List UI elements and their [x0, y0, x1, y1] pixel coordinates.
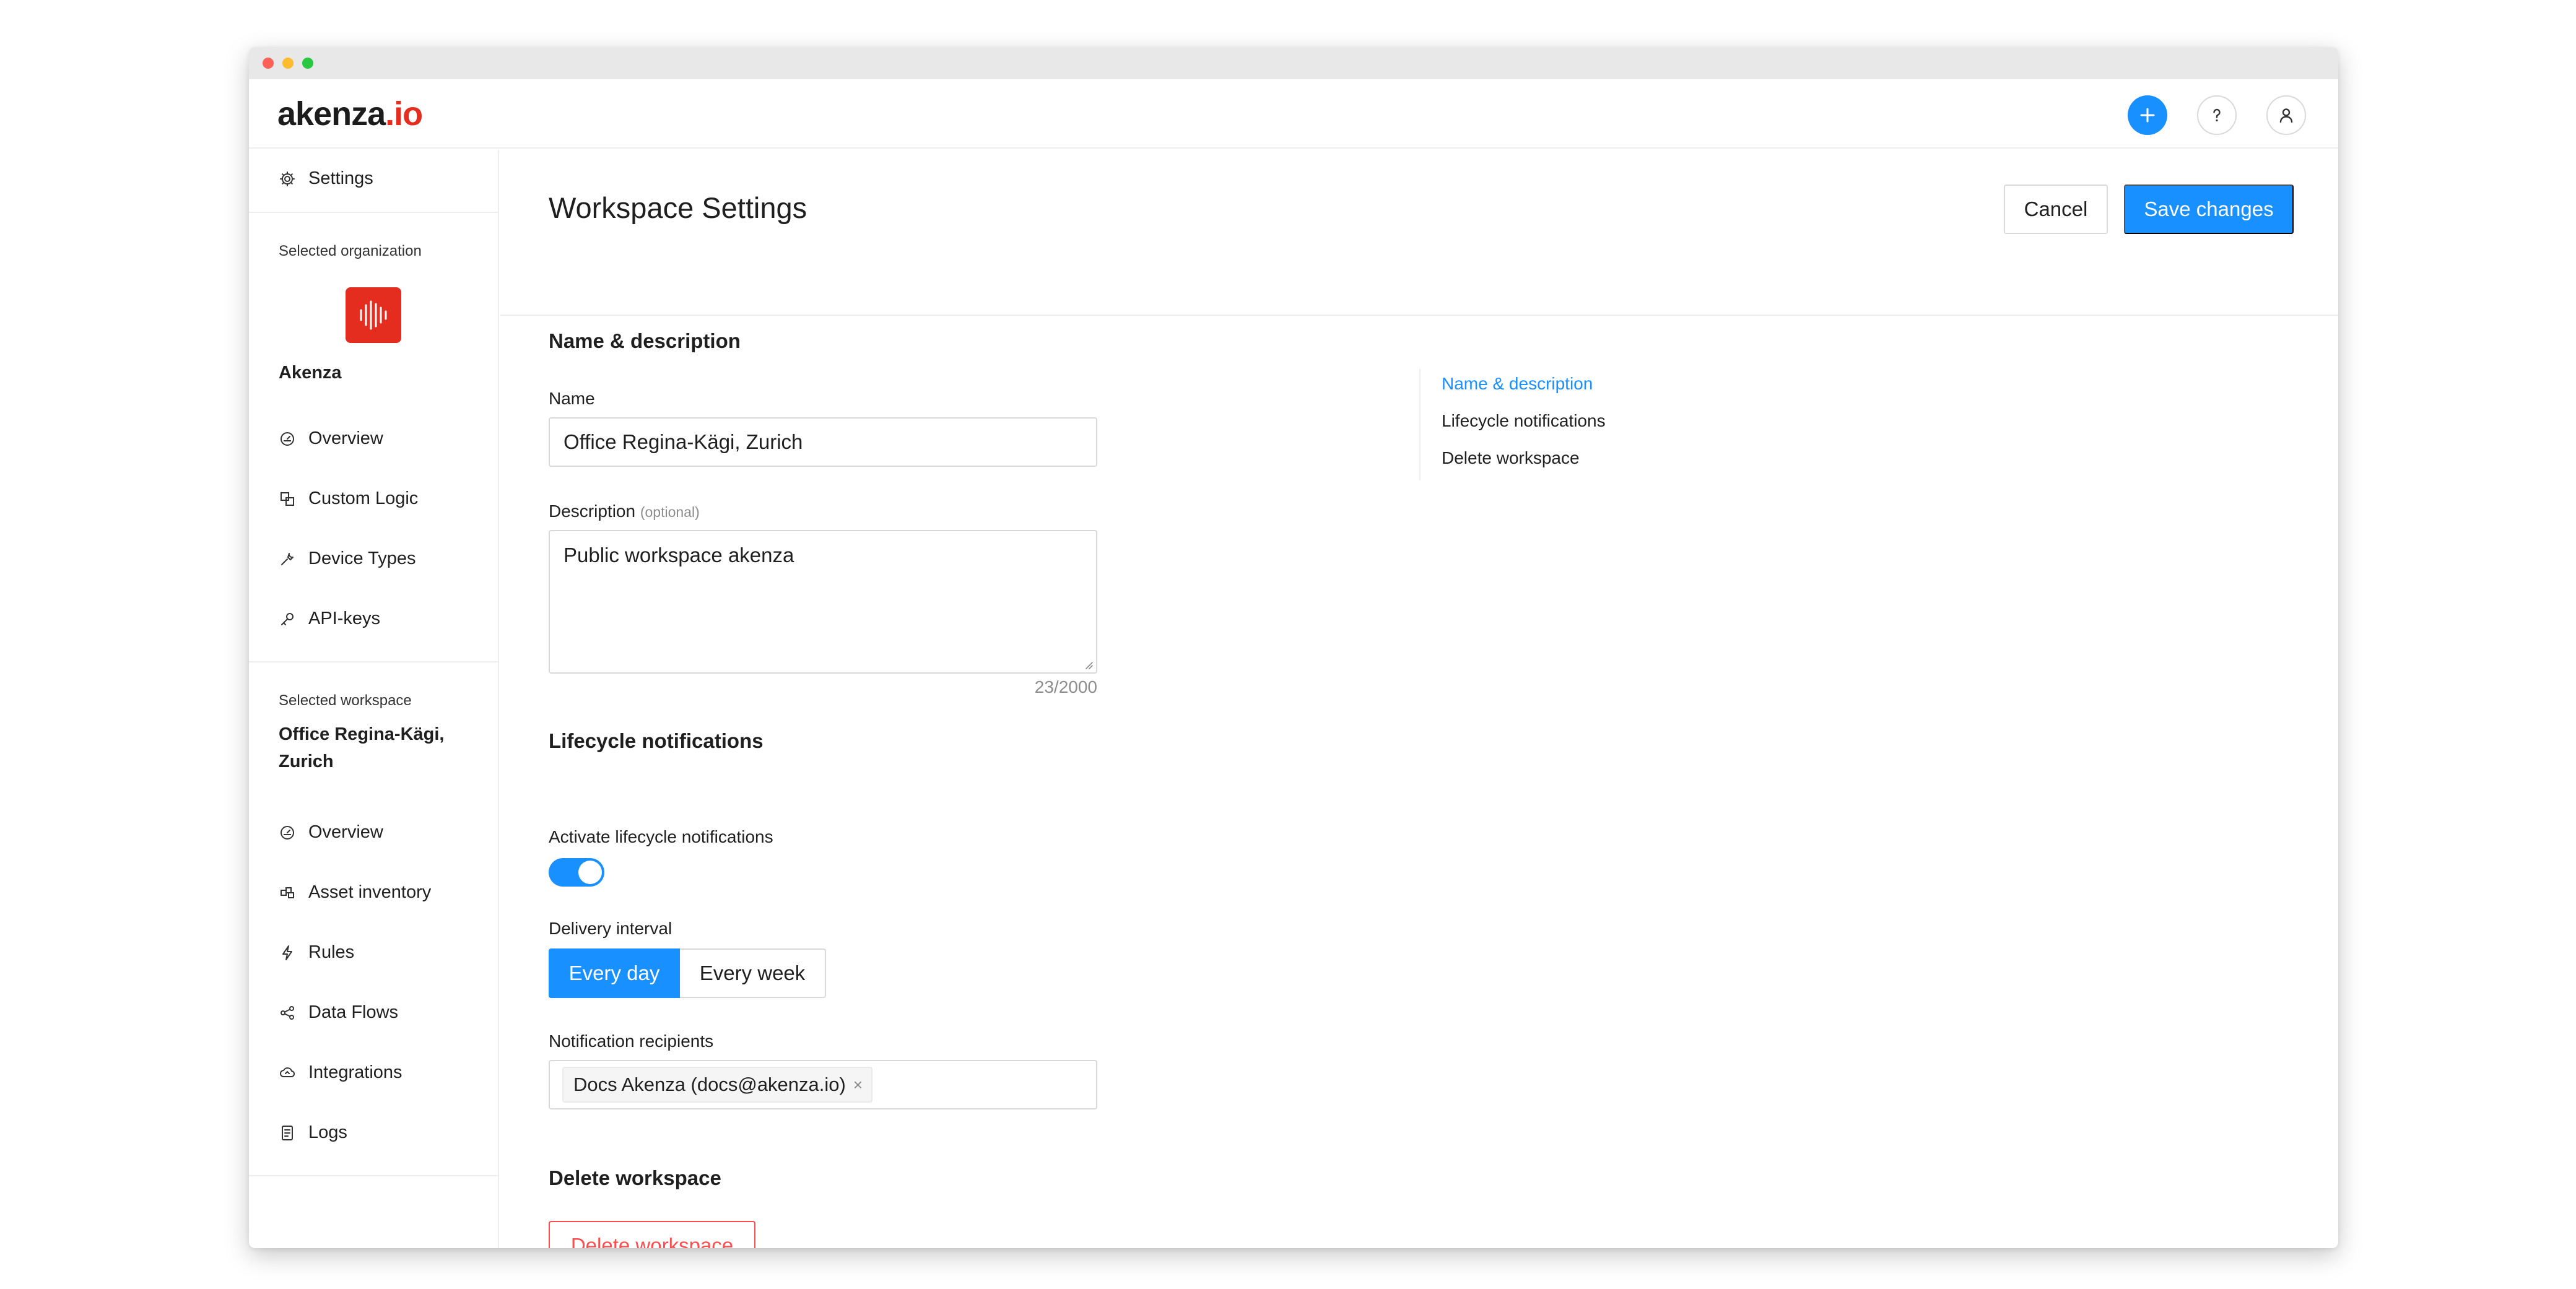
- sidebar-item-data-flows[interactable]: Data Flows: [279, 1002, 398, 1023]
- toggle-knob: [578, 861, 602, 884]
- remove-tag-icon[interactable]: ×: [853, 1075, 863, 1095]
- sidebar-item-label: Overview: [308, 822, 383, 842]
- interval-every-day-button[interactable]: Every day: [549, 948, 680, 998]
- section-title-lifecycle: Lifecycle notifications: [549, 729, 764, 752]
- name-input[interactable]: Office Regina-Kägi, Zurich: [549, 417, 1097, 467]
- dashboard-icon: [279, 430, 296, 448]
- logs-icon: [279, 1124, 296, 1142]
- soundwave-logo-icon: [360, 300, 387, 330]
- description-label: Description (optional): [549, 501, 700, 521]
- top-bar: akenza.io: [249, 79, 2338, 149]
- sidebar-item-integrations[interactable]: Integrations: [279, 1062, 402, 1083]
- page-title: Workspace Settings: [549, 191, 807, 224]
- sidebar-item-label: Logs: [308, 1122, 347, 1142]
- sidebar-item-label: Settings: [308, 168, 373, 188]
- anchor-link-lifecycle[interactable]: Lifecycle notifications: [1442, 411, 1606, 431]
- sidebar-item-custom-logic[interactable]: Custom Logic: [279, 488, 418, 509]
- sidebar-item-label: Overview: [308, 428, 383, 448]
- description-textarea[interactable]: Public workspace akenza: [549, 530, 1097, 674]
- gear-icon: [279, 170, 296, 188]
- organization-name: Akenza: [279, 363, 342, 383]
- sidebar-item-label: Asset inventory: [308, 882, 432, 902]
- sidebar-item-label: Integrations: [308, 1062, 402, 1082]
- main-content: Workspace Settings Cancel Save changes N…: [500, 150, 2338, 1248]
- sidebar-item-label: Custom Logic: [308, 488, 419, 508]
- recipient-tag-label: Docs Akenza (docs@akenza.io): [573, 1074, 846, 1095]
- key-icon: [279, 610, 296, 628]
- name-label: Name: [549, 389, 595, 408]
- logo-text: akenza: [277, 95, 386, 132]
- sidebar-item-api-keys[interactable]: API-keys: [279, 609, 380, 629]
- wrench-icon: [279, 550, 296, 568]
- logo-suffix: .io: [385, 95, 423, 132]
- optional-hint: (optional): [640, 504, 700, 520]
- dashboard-icon: [279, 824, 296, 841]
- sidebar-item-ws-overview[interactable]: Overview: [279, 822, 383, 843]
- window-maximize-button[interactable]: [302, 58, 313, 69]
- asset-inventory-icon: [279, 884, 296, 901]
- workspace-name: Office Regina-Kägi, Zurich: [279, 721, 445, 775]
- user-menu-button[interactable]: [2266, 95, 2306, 135]
- sidebar: Settings Selected organization Akenza Ov…: [249, 150, 499, 1248]
- interval-every-week-button[interactable]: Every week: [680, 948, 826, 998]
- anchor-link-name-description[interactable]: Name & description: [1442, 374, 1593, 394]
- resize-handle-icon[interactable]: [1084, 660, 1094, 670]
- cancel-button[interactable]: Cancel: [2004, 184, 2108, 234]
- sidebar-item-device-types[interactable]: Device Types: [279, 549, 416, 569]
- sidebar-item-label: Data Flows: [308, 1002, 399, 1022]
- workspace-caption: Selected workspace: [279, 692, 412, 709]
- lightning-icon: [279, 944, 296, 961]
- recipient-tag: Docs Akenza (docs@akenza.io) ×: [562, 1067, 873, 1103]
- sidebar-item-org-overview[interactable]: Overview: [279, 428, 383, 449]
- window-minimize-button[interactable]: [282, 58, 294, 69]
- app-window: akenza.io Settings Selected organization…: [249, 47, 2338, 1248]
- sidebar-item-logs[interactable]: Logs: [279, 1122, 347, 1143]
- help-button[interactable]: [2197, 95, 2237, 135]
- custom-logic-icon: [279, 490, 296, 508]
- share-nodes-icon: [279, 1004, 296, 1022]
- header-divider: [500, 315, 2338, 316]
- window-close-button[interactable]: [263, 58, 274, 69]
- add-button[interactable]: [2128, 95, 2167, 135]
- anchor-nav: Name & description Lifecycle notificatio…: [1419, 369, 1606, 480]
- activate-notifications-toggle[interactable]: [549, 858, 604, 887]
- description-char-counter: 23/2000: [1034, 677, 1097, 697]
- activate-notifications-label: Activate lifecycle notifications: [549, 827, 773, 846]
- delivery-interval-label: Delivery interval: [549, 919, 672, 938]
- sidebar-item-label: API-keys: [308, 609, 381, 628]
- sidebar-item-settings[interactable]: Settings: [279, 168, 373, 189]
- anchor-link-delete[interactable]: Delete workspace: [1442, 448, 1580, 468]
- plus-icon: [2140, 108, 2155, 123]
- user-icon: [2279, 108, 2293, 123]
- section-title-name-description: Name & description: [549, 329, 741, 352]
- window-titlebar: [249, 47, 2338, 79]
- workspace-name-line: Office Regina-Kägi,: [279, 724, 445, 744]
- sidebar-divider: [249, 212, 498, 213]
- sidebar-divider: [249, 661, 498, 662]
- sidebar-item-label: Device Types: [308, 549, 416, 568]
- section-title-delete: Delete workspace: [549, 1166, 721, 1189]
- cloud-sync-icon: [279, 1064, 296, 1082]
- question-icon: [2213, 108, 2221, 122]
- name-input-value: Office Regina-Kägi, Zurich: [564, 430, 803, 453]
- sidebar-item-label: Rules: [308, 942, 355, 962]
- app-logo[interactable]: akenza.io: [277, 95, 423, 132]
- organization-logo: [346, 287, 401, 343]
- description-value: Public workspace akenza: [564, 544, 794, 566]
- save-changes-button[interactable]: Save changes: [2124, 184, 2294, 234]
- recipients-label: Notification recipients: [549, 1031, 714, 1051]
- sidebar-divider: [249, 1175, 498, 1176]
- org-caption: Selected organization: [279, 243, 422, 259]
- recipients-select[interactable]: Docs Akenza (docs@akenza.io) ×: [549, 1060, 1097, 1109]
- workspace-name-line: Zurich: [279, 752, 334, 771]
- sidebar-item-asset-inventory[interactable]: Asset inventory: [279, 882, 431, 903]
- sidebar-item-rules[interactable]: Rules: [279, 942, 354, 963]
- description-label-text: Description: [549, 501, 636, 521]
- delete-workspace-button[interactable]: Delete workspace: [549, 1221, 755, 1248]
